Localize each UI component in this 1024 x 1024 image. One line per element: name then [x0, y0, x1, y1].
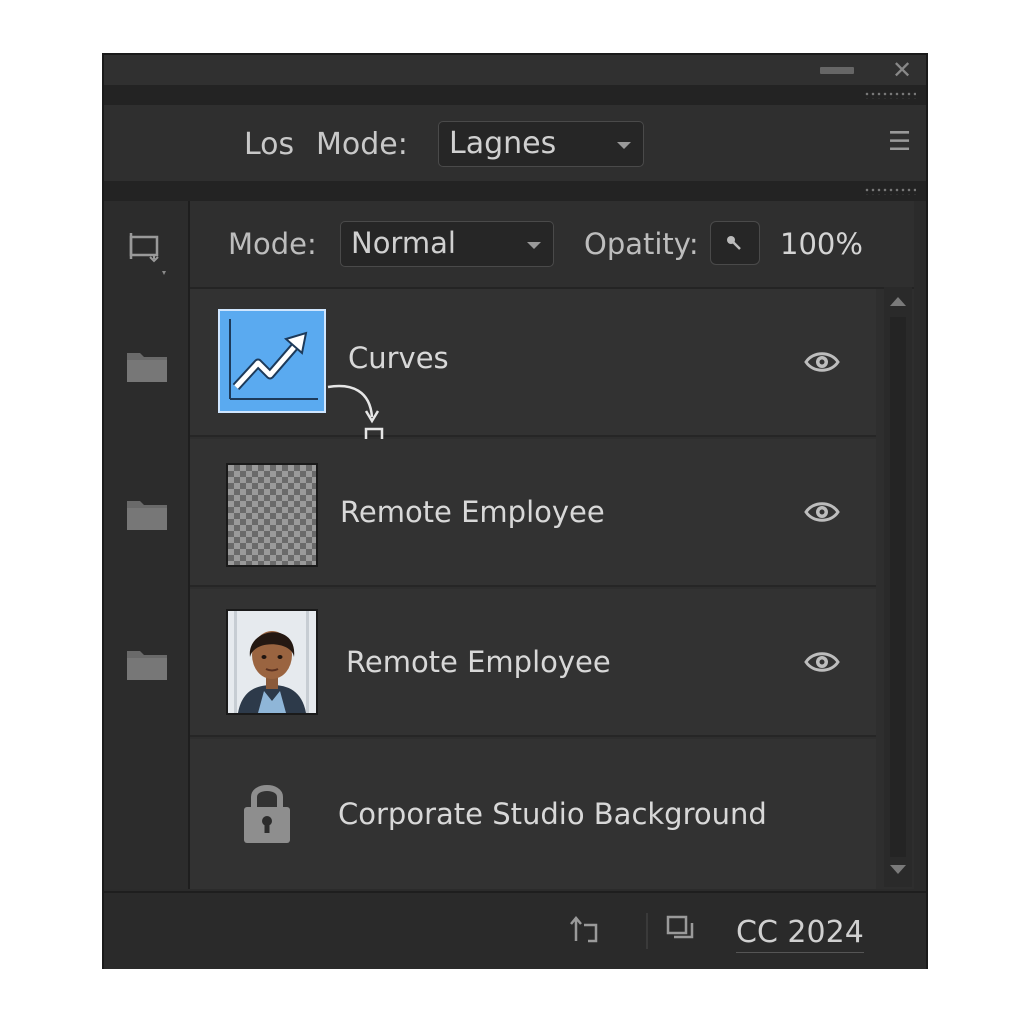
layer-name-background: Corporate Studio Background	[338, 797, 767, 831]
grip-dots-icon[interactable]	[864, 91, 916, 99]
curves-chart-icon	[229, 319, 318, 400]
layer-sidebar	[104, 201, 190, 889]
top-mode-label: Mode:	[316, 127, 408, 162]
blend-mode-value: Normal	[351, 226, 456, 260]
layer-row-remote-employee-1[interactable]: Remote Employee	[190, 439, 876, 587]
opacity-scrubber-button[interactable]	[710, 221, 760, 265]
layer-row-curves[interactable]: Curves	[190, 289, 876, 445]
title-bar: ✕	[104, 55, 926, 86]
folder-icon[interactable]	[126, 349, 168, 383]
eye-icon[interactable]	[804, 647, 840, 677]
panel-strip-2	[104, 181, 926, 201]
los-label: Los	[244, 127, 295, 162]
blend-mode-label: Mode:	[228, 227, 317, 261]
opacity-label: Opatity:	[584, 227, 699, 261]
duplicate-icon[interactable]	[664, 913, 698, 947]
chevron-down-icon	[527, 242, 541, 249]
scroll-up-icon[interactable]	[890, 297, 906, 306]
transparent-thumbnail[interactable]	[226, 463, 318, 567]
scroll-down-icon[interactable]	[890, 865, 906, 874]
layer-name-remote-employee-1: Remote Employee	[340, 495, 605, 529]
footer-divider	[646, 913, 648, 949]
scroll-track[interactable]	[890, 317, 906, 857]
close-icon[interactable]: ✕	[890, 55, 914, 85]
folder-icon[interactable]	[126, 497, 168, 531]
hamburger-menu-icon[interactable]: ☰	[888, 129, 911, 155]
rotate-arrow-icon[interactable]	[570, 913, 604, 947]
folder-icon[interactable]	[126, 647, 168, 681]
minimize-icon[interactable]	[820, 67, 854, 74]
layer-name-remote-employee-2: Remote Employee	[346, 645, 611, 679]
chevron-down-icon	[617, 142, 631, 149]
grip-dots-icon[interactable]	[864, 187, 916, 195]
mode-row: Los Mode: Lagnes ☰	[104, 105, 926, 181]
top-mode-dropdown[interactable]: Lagnes	[438, 121, 644, 167]
eye-icon[interactable]	[804, 497, 840, 527]
layer-name-curves: Curves	[348, 341, 449, 375]
eye-icon[interactable]	[804, 347, 840, 377]
opacity-value[interactable]: 100%	[780, 227, 863, 261]
layers-main: Mode: Normal Opatity: 100% Curves Remote…	[190, 201, 914, 889]
portrait-photo-icon	[228, 611, 316, 713]
layer-options-row: Mode: Normal Opatity: 100%	[190, 201, 914, 289]
top-mode-value: Lagnes	[449, 126, 557, 161]
version-label: CC 2024	[736, 915, 864, 953]
lock-icon[interactable]	[240, 779, 294, 845]
portrait-thumbnail[interactable]	[226, 609, 318, 715]
layer-frame-icon[interactable]	[128, 229, 168, 277]
clipping-arrow-icon	[327, 384, 384, 445]
panel-footer: CC 2024	[104, 891, 926, 969]
layer-row-background[interactable]: Corporate Studio Background	[190, 739, 876, 889]
panel-strip	[104, 85, 926, 105]
layer-row-remote-employee-2[interactable]: Remote Employee	[190, 589, 876, 737]
layers-panel: ✕ Los Mode: Lagnes ☰ Mode: Normal Opatit…	[102, 53, 928, 969]
blend-mode-dropdown[interactable]: Normal	[340, 221, 554, 267]
magnifier-icon	[727, 236, 741, 250]
curves-thumbnail[interactable]	[218, 309, 326, 413]
layers-scrollbar[interactable]	[884, 287, 912, 887]
